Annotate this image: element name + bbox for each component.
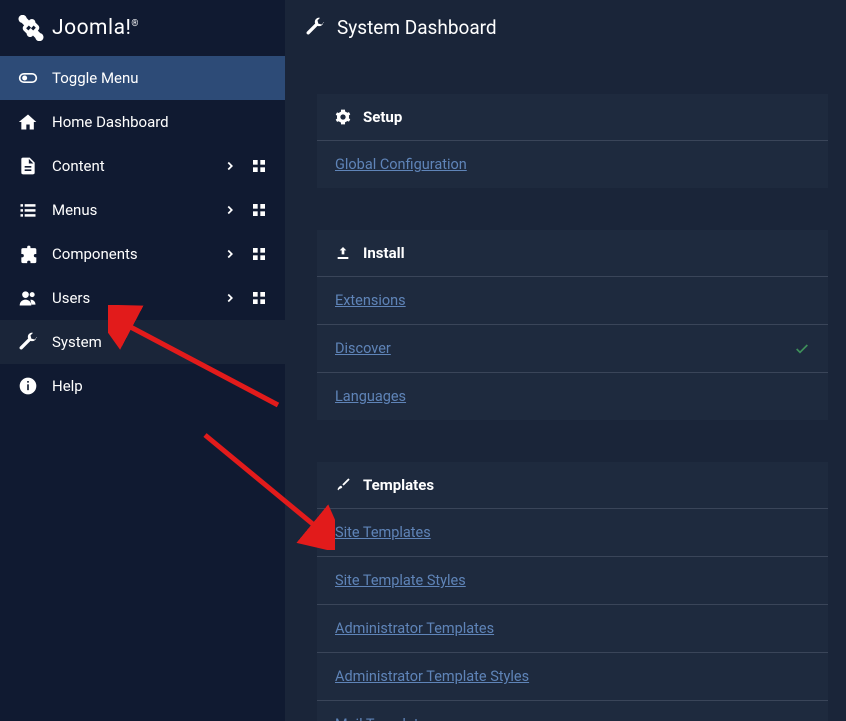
upload-icon — [335, 245, 351, 261]
file-icon — [18, 156, 38, 176]
nav-label: Users — [52, 289, 223, 307]
card-link-row: Mail Templates — [317, 701, 828, 721]
link-administrator-templates[interactable]: Administrator Templates — [335, 620, 494, 637]
list-icon — [18, 200, 38, 220]
toggle-menu[interactable]: Toggle Menu — [0, 56, 285, 100]
grid-icon[interactable] — [251, 202, 267, 218]
nav-label: Content — [52, 157, 223, 175]
wrench-icon — [18, 332, 38, 352]
logo-text: Joomla!® — [52, 16, 139, 40]
grid-icon[interactable] — [251, 290, 267, 306]
brush-icon — [335, 477, 351, 493]
link-languages[interactable]: Languages — [335, 388, 406, 405]
link-site-template-styles[interactable]: Site Template Styles — [335, 572, 466, 589]
sidebar-item-components[interactable]: Components — [0, 232, 285, 276]
card-link-row: Site Templates — [317, 509, 828, 557]
card-setup: Setup Global Configuration — [317, 94, 828, 188]
card-templates: Templates Site Templates Site Template S… — [317, 462, 828, 721]
check-icon — [794, 341, 810, 357]
card-title: Install — [363, 244, 405, 262]
page-header: System Dashboard — [285, 0, 846, 54]
main: System Dashboard Setup Global Configurat… — [285, 0, 846, 721]
nav-label: Components — [52, 245, 223, 263]
gear-icon — [335, 109, 351, 125]
nav-label: System — [52, 333, 267, 351]
puzzle-icon — [18, 244, 38, 264]
home-icon — [18, 112, 38, 132]
nav-label: Help — [52, 377, 267, 395]
chevron-right-icon — [223, 247, 237, 261]
toggle-icon — [18, 68, 38, 88]
sidebar-item-menus[interactable]: Menus — [0, 188, 285, 232]
sidebar-item-help[interactable]: Help — [0, 364, 285, 408]
content: Setup Global Configuration Install Exten… — [285, 54, 846, 721]
page-title: System Dashboard — [337, 16, 497, 39]
sidebar-item-home-dashboard[interactable]: Home Dashboard — [0, 100, 285, 144]
link-mail-templates[interactable]: Mail Templates — [335, 716, 434, 721]
chevron-right-icon — [223, 159, 237, 173]
joomla-logo-icon — [18, 15, 44, 41]
grid-icon[interactable] — [251, 246, 267, 262]
link-extensions[interactable]: Extensions — [335, 292, 406, 309]
chevron-right-icon — [223, 203, 237, 217]
card-link-row: Global Configuration — [317, 141, 828, 188]
card-link-row: Languages — [317, 373, 828, 420]
nav-label: Menus — [52, 201, 223, 219]
link-global-configuration[interactable]: Global Configuration — [335, 156, 467, 173]
wrench-icon — [305, 17, 325, 37]
sidebar-item-system[interactable]: System — [0, 320, 285, 364]
nav-label: Home Dashboard — [52, 113, 267, 131]
card-link-row: Discover — [317, 325, 828, 373]
card-install: Install Extensions Discover Languages — [317, 230, 828, 420]
sidebar: Joomla!® Toggle Menu Home Dashboard Cont… — [0, 0, 285, 721]
card-link-row: Administrator Templates — [317, 605, 828, 653]
link-administrator-template-styles[interactable]: Administrator Template Styles — [335, 668, 529, 685]
card-header: Install — [317, 230, 828, 277]
sidebar-item-users[interactable]: Users — [0, 276, 285, 320]
info-icon — [18, 376, 38, 396]
card-title: Templates — [363, 476, 434, 494]
sidebar-item-content[interactable]: Content — [0, 144, 285, 188]
card-header: Templates — [317, 462, 828, 509]
logo-bar: Joomla!® — [0, 0, 285, 56]
grid-icon[interactable] — [251, 158, 267, 174]
card-link-row: Site Template Styles — [317, 557, 828, 605]
link-site-templates[interactable]: Site Templates — [335, 524, 431, 541]
card-link-row: Extensions — [317, 277, 828, 325]
card-header: Setup — [317, 94, 828, 141]
card-title: Setup — [363, 108, 402, 126]
nav-label: Toggle Menu — [52, 69, 267, 87]
users-icon — [18, 288, 38, 308]
card-link-row: Administrator Template Styles — [317, 653, 828, 701]
link-discover[interactable]: Discover — [335, 340, 391, 357]
chevron-right-icon — [223, 291, 237, 305]
